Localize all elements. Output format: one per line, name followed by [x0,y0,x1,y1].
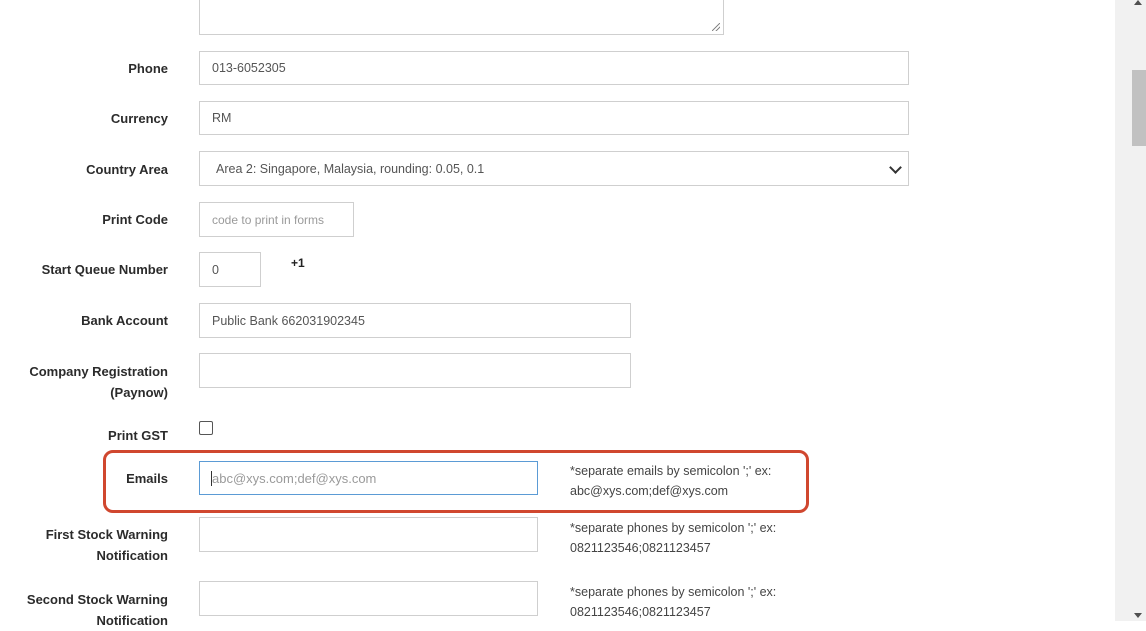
phone-input[interactable]: 013-6052305 [199,51,909,85]
scroll-down-arrow-icon[interactable] [1134,613,1142,618]
currency-input[interactable]: RM [199,101,909,135]
first-stock-warning-label-line2: Notification [96,548,169,563]
second-stock-warning-hint: *separate phones by semicolon ';' ex: 08… [570,582,830,622]
chevron-down-icon [889,160,902,174]
country-area-select[interactable]: Area 2: Singapore, Malaysia, rounding: 0… [199,151,909,186]
second-stock-warning-label-line1: Second Stock Warning [26,592,168,607]
bank-account-input[interactable]: Public Bank 662031902345 [199,303,631,338]
country-area-label: Country Area [86,162,168,177]
second-stock-warning-input[interactable] [199,581,538,616]
scrollbar-thumb[interactable] [1132,70,1146,146]
resize-grip-icon[interactable] [712,23,720,31]
first-stock-warning-hint-line2: 0821123546;0821123457 [570,541,711,555]
second-stock-warning-label: Second Stock Warning Notification [8,589,168,631]
start-queue-input[interactable]: 0 [199,252,261,287]
second-stock-warning-hint-line1: *separate phones by semicolon ';' ex: [570,585,777,599]
print-code-label: Print Code [102,212,168,227]
currency-label: Currency [110,111,168,126]
country-area-selected: Area 2: Singapore, Malaysia, rounding: 0… [216,161,485,176]
first-stock-warning-hint-line1: *separate phones by semicolon ';' ex: [570,521,777,535]
scroll-up-arrow-icon[interactable] [1134,0,1142,5]
address-textarea[interactable] [199,0,724,35]
first-stock-warning-input[interactable] [199,517,538,552]
phone-label: Phone [128,61,168,76]
emails-highlight-box [103,450,809,513]
first-stock-warning-hint: *separate phones by semicolon ';' ex: 08… [570,518,830,558]
company-registration-input[interactable] [199,353,631,388]
first-stock-warning-label-line1: First Stock Warning [45,527,168,542]
company-registration-label: Company Registration (Paynow) [8,361,168,403]
print-gst-checkbox[interactable] [199,421,213,435]
second-stock-warning-hint-line2: 0821123546;0821123457 [570,605,711,619]
bank-account-label: Bank Account [81,313,168,328]
company-registration-label-line2: (Paynow) [110,385,168,400]
queue-increment-text: +1 [291,256,305,270]
print-gst-label: Print GST [108,428,168,443]
first-stock-warning-label: First Stock Warning Notification [8,524,168,566]
print-code-input[interactable]: code to print in forms [199,202,354,237]
company-registration-label-line1: Company Registration [29,364,168,379]
start-queue-label: Start Queue Number [41,262,168,277]
